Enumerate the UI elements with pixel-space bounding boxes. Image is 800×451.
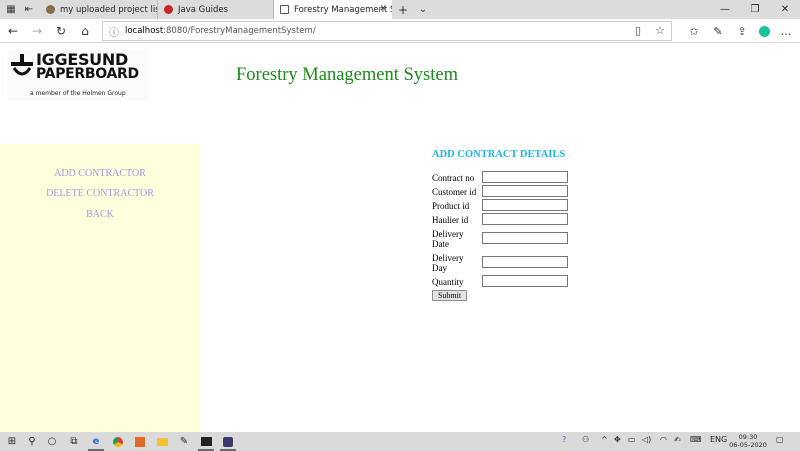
clock-time: 09:30	[738, 433, 758, 441]
task-view-icon[interactable]: ⧉	[66, 434, 82, 449]
address-url[interactable]: localhost:8080/ForestryManagementSystem/	[125, 26, 316, 36]
delivery-day-input[interactable]	[482, 256, 568, 268]
more-icon[interactable]: …	[778, 23, 794, 39]
product-id-label: Product id	[432, 201, 470, 211]
quantity-input[interactable]	[482, 275, 568, 287]
pen-workspace-icon[interactable]: ✍	[674, 435, 681, 444]
file-explorer-icon[interactable]	[154, 434, 170, 449]
tab-title: Forestry Management S	[294, 4, 392, 15]
search-icon[interactable]: ⚲	[24, 434, 40, 449]
notifications-icon[interactable]: ▢	[776, 435, 784, 444]
app-icon[interactable]	[132, 434, 148, 449]
restore-icon[interactable]: ❐	[740, 0, 770, 19]
company-logo: IGGESUND PAPERBOARD a member of the Holm…	[7, 50, 149, 101]
clock-date: 06-05-2020	[729, 441, 767, 449]
logo-emblem-icon	[11, 54, 33, 76]
back-icon[interactable]: ←	[4, 22, 22, 40]
close-tab-icon[interactable]: ✕	[379, 4, 387, 14]
page-icon	[280, 5, 289, 14]
cortana-icon[interactable]: ○	[44, 434, 60, 449]
share-icon[interactable]: ⇪	[734, 23, 750, 39]
tab-actions-icon[interactable]: ▦	[4, 0, 18, 19]
wifi-icon[interactable]: ◠	[660, 435, 667, 444]
edge-browser-icon[interactable]: e	[88, 434, 104, 451]
sidebar-link-back[interactable]: BACK	[0, 209, 200, 220]
haulier-id-label: Haulier id	[432, 215, 469, 225]
forward-icon[interactable]: →	[28, 22, 46, 40]
chevron-up-icon[interactable]: ^	[601, 435, 608, 444]
taskbar: ⊞ ⚲ ○ ⧉ e ✎ ? ⚇ ^ ✥ ▭ ◁) ◠ ✍ ⌨ ENG 09:30…	[0, 432, 800, 451]
favorite-star-icon[interactable]: ☆	[655, 24, 665, 37]
customer-id-label: Customer id	[432, 187, 477, 197]
delivery-date-label: Delivery Date	[432, 229, 464, 249]
sidebar: ADD CONTRACTOR DELETE CONTRACTOR BACK	[0, 144, 200, 432]
tab-title: my uploaded project list.do	[60, 4, 157, 15]
sidebar-link-add-contractor[interactable]: ADD CONTRACTOR	[0, 168, 200, 179]
tab-java-guides[interactable]: Java Guides	[158, 0, 274, 19]
minimize-icon[interactable]: —	[710, 0, 740, 19]
keyboard-icon[interactable]: ⌨	[690, 435, 702, 444]
contract-no-input[interactable]	[482, 171, 568, 183]
chrome-icon[interactable]	[110, 434, 126, 449]
windows-start-icon[interactable]: ⊞	[4, 434, 20, 449]
logo-line-2: PAPERBOARD	[36, 66, 139, 82]
browser-tab-strip: ▦ ⇤ my uploaded project list.do Java Gui…	[0, 0, 800, 19]
dropbox-icon[interactable]: ✥	[614, 435, 621, 444]
customer-id-input[interactable]	[482, 185, 568, 197]
browser-toolbar: ← → ↻ ⌂ ⓘ localhost:8080/ForestryManagem…	[0, 19, 800, 43]
close-window-icon[interactable]: ✕	[770, 0, 800, 19]
reading-view-icon[interactable]: ▯	[635, 24, 641, 37]
favorites-icon[interactable]: ✩	[686, 23, 702, 39]
home-icon[interactable]: ⌂	[76, 22, 94, 40]
tab-favicon-icon	[164, 5, 173, 14]
language-indicator[interactable]: ENG	[710, 435, 727, 444]
battery-icon[interactable]: ▭	[628, 435, 636, 444]
contract-no-label: Contract no	[432, 173, 475, 183]
media-app-icon[interactable]	[220, 434, 236, 451]
form-title: ADD CONTRACT DETAILS	[432, 149, 566, 160]
set-tabs-aside-icon[interactable]: ⇤	[22, 0, 36, 19]
tab-title: Java Guides	[178, 4, 229, 15]
delivery-day-label: Delivery Day	[432, 253, 464, 273]
refresh-icon[interactable]: ↻	[52, 22, 70, 40]
product-id-input[interactable]	[482, 199, 568, 211]
address-bar[interactable]: ⓘ localhost:8080/ForestryManagementSyste…	[102, 21, 672, 41]
haulier-id-input[interactable]	[482, 213, 568, 225]
sidebar-link-delete-contractor[interactable]: DELETE CONTRACTOR	[0, 188, 200, 199]
tab-forestry-management[interactable]: Forestry Management S ✕	[274, 0, 392, 19]
delivery-date-input[interactable]	[482, 232, 568, 244]
notepad-icon[interactable]: ✎	[176, 434, 192, 449]
people-icon[interactable]: ⚇	[582, 435, 589, 444]
help-icon[interactable]: ?	[562, 435, 566, 444]
quantity-label: Quantity	[432, 277, 464, 287]
tab-favicon-icon	[46, 5, 55, 14]
new-tab-icon[interactable]: +	[396, 0, 410, 19]
page-title: Forestry Management System	[236, 65, 458, 85]
site-info-icon[interactable]: ⓘ	[109, 24, 119, 39]
clock[interactable]: 09:30 06-05-2020	[728, 433, 768, 449]
tab-project-list[interactable]: my uploaded project list.do	[40, 0, 158, 19]
command-prompt-icon[interactable]	[198, 434, 214, 451]
logo-tagline: a member of the Holmen Group	[30, 90, 126, 97]
submit-button[interactable]: Submit	[432, 290, 467, 301]
pen-icon[interactable]: ✎	[710, 23, 726, 39]
volume-icon[interactable]: ◁)	[642, 435, 651, 444]
chevron-down-icon[interactable]: ⌄	[416, 0, 430, 19]
grammarly-icon[interactable]	[756, 23, 772, 39]
